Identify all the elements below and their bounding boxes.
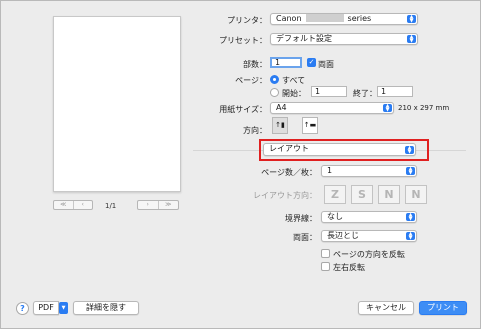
copies-field[interactable]: 1 bbox=[270, 57, 302, 68]
flip-horizontal-checkbox[interactable] bbox=[321, 262, 330, 271]
duplex-checkbox[interactable]: ✓ bbox=[307, 58, 316, 67]
panel-select-popup[interactable]: レイアウト ▲ ▼ bbox=[263, 143, 416, 156]
pages-per-sheet-value: 1 bbox=[327, 166, 333, 175]
flip-horizontal-label: 左右反転 bbox=[333, 263, 365, 272]
border-label: 境界線： bbox=[285, 214, 317, 223]
pages-all-label: すべて bbox=[282, 76, 306, 85]
popup-arrow-icon: ▲ ▼ bbox=[406, 232, 415, 241]
reverse-orientation-label: ページの方向を反転 bbox=[333, 250, 405, 259]
hide-details-button[interactable]: 詳細を隠す bbox=[73, 301, 139, 315]
print-button[interactable]: プリント bbox=[419, 301, 467, 315]
popup-arrow-icon: ▲ ▼ bbox=[405, 145, 414, 154]
copies-label: 部数： bbox=[243, 60, 267, 69]
first-page-button[interactable]: ≪ bbox=[54, 201, 73, 209]
popup-arrow-icon: ▲ ▼ bbox=[383, 104, 392, 113]
landscape-orientation-button[interactable]: ↑▬ bbox=[302, 117, 318, 134]
paper-size-popup[interactable]: A4 ▲ ▼ bbox=[270, 102, 394, 114]
pages-from-field[interactable]: 1 bbox=[311, 86, 347, 97]
cancel-button[interactable]: キャンセル bbox=[358, 301, 414, 315]
layout-n-button[interactable]: N bbox=[378, 185, 400, 204]
layout-s-button[interactable]: S bbox=[351, 185, 373, 204]
two-sided-popup[interactable]: 長辺とじ ▲ ▼ bbox=[321, 230, 417, 242]
portrait-icon: ↑▮ bbox=[275, 121, 285, 129]
two-sided-label: 両面： bbox=[293, 233, 317, 242]
border-popup[interactable]: なし ▲ ▼ bbox=[321, 211, 417, 223]
printer-name-suffix: series bbox=[347, 14, 372, 23]
layout-direction-label: レイアウト方向： bbox=[253, 191, 317, 200]
reverse-orientation-checkbox[interactable] bbox=[321, 249, 330, 258]
printer-label: プリンタ： bbox=[227, 16, 267, 25]
popup-arrow-icon: ▲ ▼ bbox=[407, 15, 416, 24]
popup-arrow-icon: ▲ ▼ bbox=[406, 213, 415, 222]
two-sided-value: 長辺とじ bbox=[327, 231, 359, 240]
help-button[interactable]: ? bbox=[16, 302, 29, 315]
pages-range-radio[interactable] bbox=[270, 88, 279, 97]
layout-n-reverse-button[interactable]: N bbox=[405, 185, 427, 204]
last-page-button[interactable]: ≫ bbox=[157, 201, 179, 209]
printer-popup[interactable]: Canon series ▲ ▼ bbox=[270, 13, 418, 25]
print-dialog: ≪ ‹ 1/1 › ≫ プリンタ： Canon series ▲ ▼ プリセット： … bbox=[0, 0, 481, 329]
paper-size-label: 用紙サイズ： bbox=[219, 105, 267, 114]
page-preview bbox=[53, 16, 181, 192]
pages-to-field[interactable]: 1 bbox=[377, 86, 413, 97]
layout-z-button[interactable]: Z bbox=[324, 185, 346, 204]
next-page-button[interactable]: › bbox=[138, 201, 158, 209]
paper-size-value: A4 bbox=[276, 103, 287, 112]
preview-nav-back: ≪ ‹ bbox=[53, 200, 93, 210]
portrait-orientation-button[interactable]: ↑▮ bbox=[272, 117, 288, 134]
pdf-button[interactable]: PDF bbox=[33, 301, 59, 315]
prev-page-button[interactable]: ‹ bbox=[72, 201, 93, 209]
pages-per-sheet-popup[interactable]: 1 ▲ ▼ bbox=[321, 165, 417, 177]
preview-nav-forward: › ≫ bbox=[137, 200, 179, 210]
popup-arrow-icon: ▲ ▼ bbox=[406, 167, 415, 176]
popup-arrow-icon: ▲ ▼ bbox=[407, 35, 416, 44]
pages-to-label: 終了： bbox=[353, 89, 377, 98]
pages-from-label: 開始： bbox=[282, 89, 306, 98]
orientation-label: 方向： bbox=[243, 126, 267, 135]
duplex-label: 両面 bbox=[318, 60, 334, 69]
pages-per-sheet-label: ページ数／枚： bbox=[261, 168, 317, 177]
preset-value: デフォルト設定 bbox=[276, 34, 332, 43]
landscape-icon: ↑▬ bbox=[303, 121, 317, 129]
preset-popup[interactable]: デフォルト設定 ▲ ▼ bbox=[270, 33, 418, 45]
pages-all-radio[interactable] bbox=[270, 75, 279, 84]
preset-label: プリセット： bbox=[219, 36, 267, 45]
panel-select-value: レイアウト bbox=[269, 144, 309, 153]
paper-dimensions: 210 x 297 mm bbox=[398, 104, 450, 112]
printer-name-prefix: Canon bbox=[276, 14, 302, 23]
pages-label: ページ： bbox=[235, 76, 267, 85]
redacted-model bbox=[305, 14, 344, 22]
border-value: なし bbox=[327, 212, 343, 221]
pdf-menu-arrow-icon[interactable]: ▼ bbox=[59, 302, 68, 314]
page-indicator: 1/1 bbox=[105, 202, 117, 210]
